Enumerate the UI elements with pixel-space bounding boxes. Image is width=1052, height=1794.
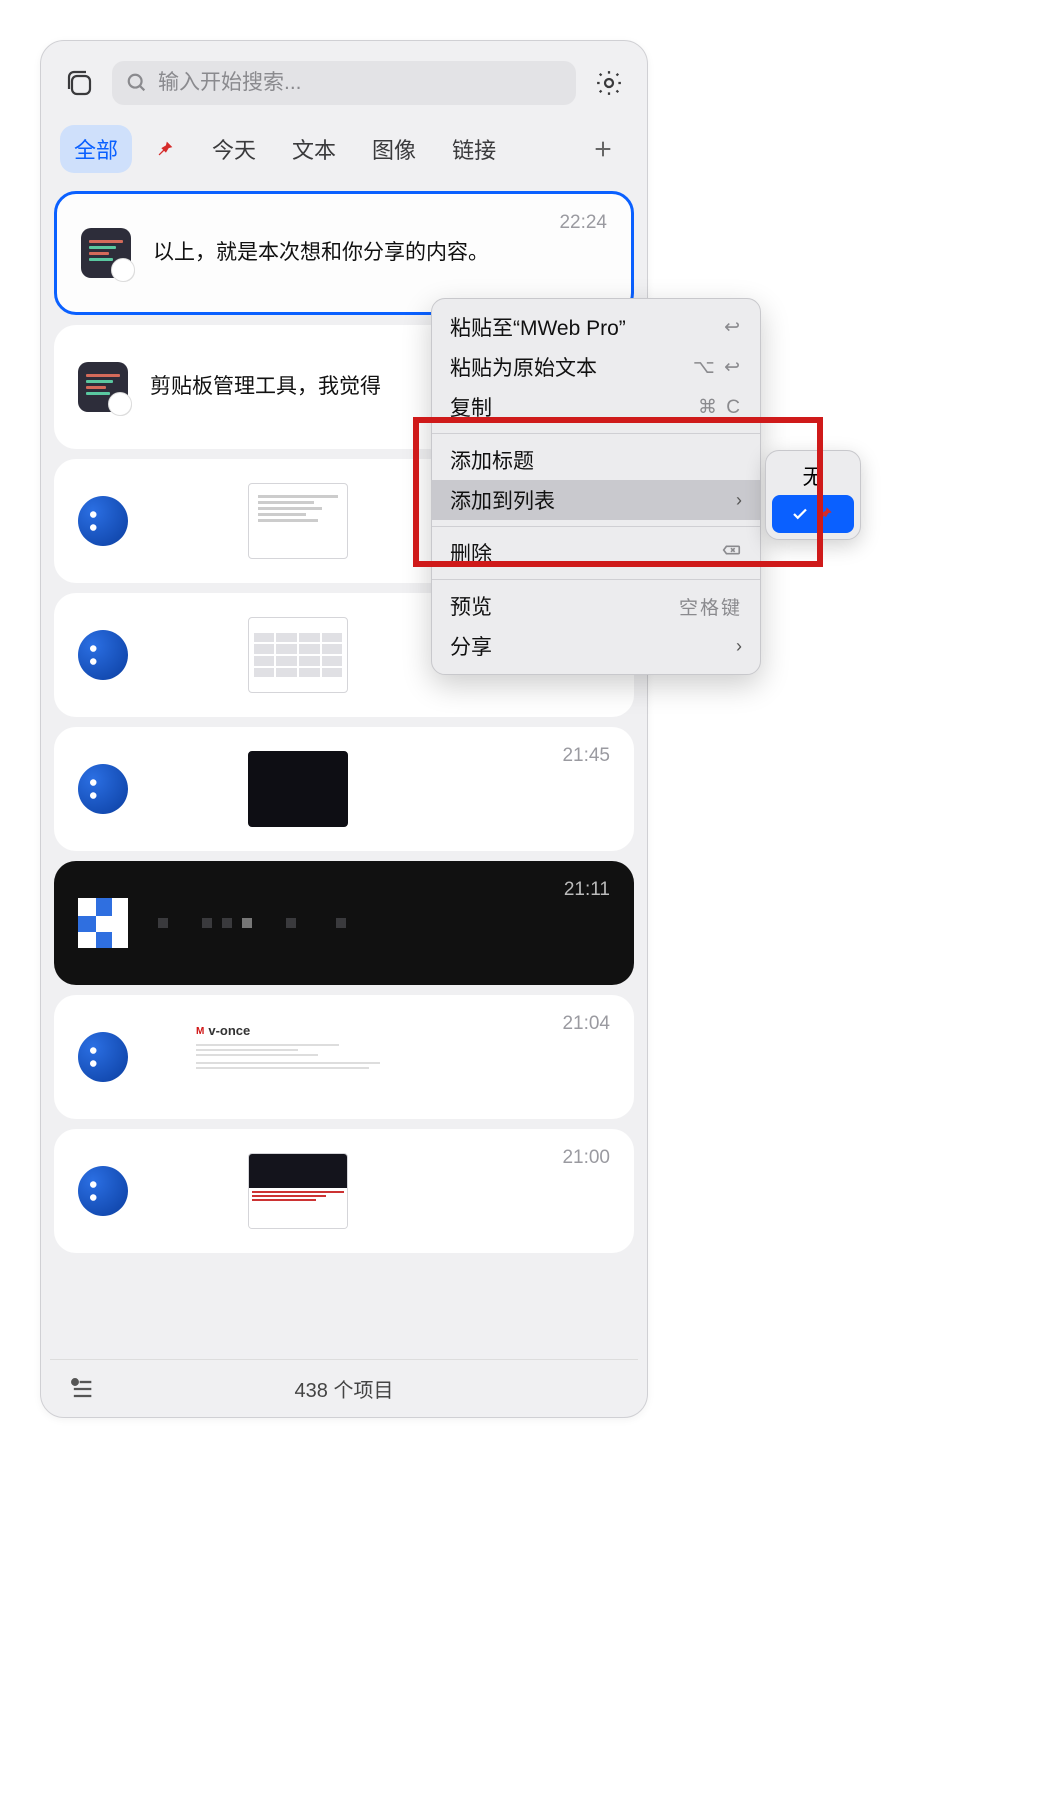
tab-pinned[interactable] [140, 130, 190, 168]
sub-pinned[interactable] [772, 495, 854, 533]
filter-tabs: 全部 今天 文本 图像 链接 [50, 119, 638, 191]
tab-all[interactable]: 全部 [60, 125, 132, 173]
tab-text[interactable]: 文本 [278, 125, 350, 173]
clip-thumbnail [248, 483, 348, 559]
clip-item[interactable]: 21:00 [54, 1129, 634, 1253]
clipboard-app-window: 全部 今天 文本 图像 链接 22:24 M 以上，就是本次想和你分享的内容。 … [40, 40, 648, 1418]
delete-icon [720, 539, 742, 567]
clip-time: 22:24 [559, 212, 607, 234]
ctx-copy[interactable]: 复制⌘ C [432, 387, 760, 427]
search-input[interactable] [158, 71, 562, 95]
shortcut: ⌘ C [698, 396, 742, 419]
source-app-icon: M [81, 228, 131, 278]
ctx-paste-to-app[interactable]: 粘贴至“MWeb Pro”↩ [432, 307, 760, 347]
clip-thumbnail: Mv-once [188, 1017, 408, 1097]
screenshot-app-icon [78, 496, 128, 546]
check-icon [791, 505, 809, 523]
separator [432, 579, 760, 580]
clip-thumbnail [248, 617, 348, 693]
clip-text: 剪贴板管理工具，我觉得 [150, 371, 381, 403]
source-app-icon: M [78, 362, 128, 412]
search-icon [126, 72, 148, 94]
tab-link[interactable]: 链接 [438, 125, 510, 173]
shortcut: ⌥ ↩ [693, 356, 742, 379]
clip-thumbnail [248, 751, 348, 827]
ctx-delete[interactable]: 删除 [432, 533, 760, 573]
ctx-add-to-list[interactable]: 添加到列表› [432, 480, 760, 520]
shortcut: 空格键 [679, 593, 742, 620]
chevron-right-icon: › [736, 490, 742, 511]
screenshot-app-icon [78, 1032, 128, 1082]
clip-time: 21:11 [564, 879, 610, 901]
clip-thumbnail [158, 918, 346, 928]
add-to-list-submenu: 无 [765, 450, 861, 540]
ctx-paste-plain[interactable]: 粘贴为原始文本⌥ ↩ [432, 347, 760, 387]
separator [432, 433, 760, 434]
collections-icon[interactable] [60, 64, 98, 102]
tab-today[interactable]: 今天 [198, 125, 270, 173]
lists-button[interactable] [68, 1375, 96, 1403]
clip-time: 21:04 [562, 1013, 610, 1035]
app-badge: M [110, 394, 132, 416]
ctx-add-title[interactable]: 添加标题 [432, 440, 760, 480]
item-count: 438 个项目 [295, 1374, 394, 1403]
context-menu: 粘贴至“MWeb Pro”↩ 粘贴为原始文本⌥ ↩ 复制⌘ C 添加标题 添加到… [431, 298, 761, 675]
source-app-icon [78, 898, 128, 948]
shortcut: ↩ [724, 316, 742, 339]
clip-time: 21:45 [562, 745, 610, 767]
search-field[interactable] [112, 61, 576, 105]
ctx-preview[interactable]: 预览空格键 [432, 586, 760, 626]
clip-item[interactable]: 21:11 [54, 861, 634, 985]
screenshot-app-icon [78, 764, 128, 814]
chevron-right-icon: › [736, 636, 742, 657]
tab-image[interactable]: 图像 [358, 125, 430, 173]
gear-icon [594, 68, 624, 98]
clip-item[interactable]: 21:04 Mv-once [54, 995, 634, 1119]
ctx-share[interactable]: 分享› [432, 626, 760, 666]
clip-thumbnail [248, 1153, 348, 1229]
footer: 438 个项目 [50, 1359, 638, 1417]
separator [432, 526, 760, 527]
list-settings-icon [68, 1375, 96, 1403]
app-badge: M [113, 260, 135, 282]
screenshot-app-icon [78, 1166, 128, 1216]
tab-add[interactable] [578, 130, 628, 168]
clip-item[interactable]: 21:45 [54, 727, 634, 851]
plus-icon [592, 138, 614, 160]
clip-item[interactable]: 22:24 M 以上，就是本次想和你分享的内容。 [54, 191, 634, 315]
topbar [50, 55, 638, 119]
screenshot-app-icon [78, 630, 128, 680]
pin-icon [154, 138, 176, 160]
clip-text: 以上，就是本次想和你分享的内容。 [153, 237, 489, 269]
clip-time: 21:00 [562, 1147, 610, 1169]
sub-none[interactable]: 无 [772, 457, 854, 495]
pin-icon [815, 504, 835, 524]
settings-button[interactable] [590, 64, 628, 102]
